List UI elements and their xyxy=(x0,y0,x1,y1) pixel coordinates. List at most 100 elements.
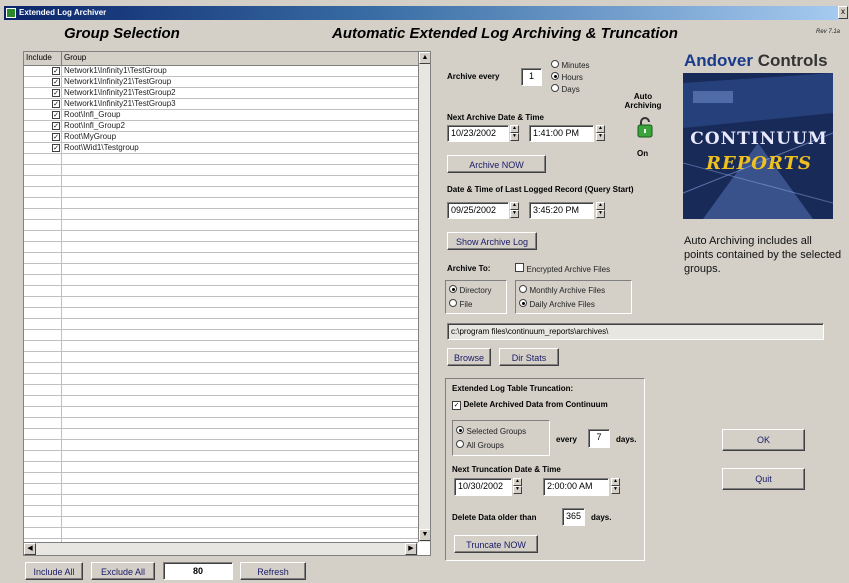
next-archive-date-spinner[interactable]: ▲ ▼ xyxy=(510,125,519,141)
radio-file[interactable]: File xyxy=(449,299,472,309)
delete-older-input[interactable]: 365 xyxy=(562,508,585,526)
next-truncation-time-input[interactable]: 2:00:00 AM xyxy=(543,478,609,496)
show-archive-log-button[interactable]: Show Archive Log xyxy=(447,232,537,250)
table-row xyxy=(24,363,418,374)
delete-archived-checkbox[interactable]: ✓ Delete Archived Data from Continuum xyxy=(452,399,608,410)
col-group-header[interactable]: Group xyxy=(64,53,86,62)
table-row xyxy=(24,286,418,297)
exclude-all-button[interactable]: Exclude All xyxy=(91,562,155,580)
table-row xyxy=(24,473,418,484)
refresh-button[interactable]: Refresh xyxy=(240,562,306,580)
scroll-left-icon[interactable]: ◀ xyxy=(24,543,36,555)
scroll-up-icon[interactable]: ▲ xyxy=(419,52,430,64)
include-checkbox[interactable]: ✓ xyxy=(52,133,60,141)
table-row xyxy=(24,319,418,330)
table-row[interactable]: ✓ Network1\Infinity21\TestGroup xyxy=(24,77,418,88)
next-truncation-label: Next Truncation Date & Time xyxy=(452,465,561,474)
group-grid: Include Group ✓ Network1\Infinity1\TestGr… xyxy=(23,51,431,556)
radio-hours[interactable]: Hours xyxy=(551,72,590,84)
group-name: Root\Wid1\Testgroup xyxy=(64,143,139,152)
table-row[interactable]: ✓ Network1\Infinity21\TestGroup2 xyxy=(24,88,418,99)
last-logged-time-input[interactable]: 3:45:20 PM xyxy=(529,202,594,219)
archive-now-button[interactable]: Archive NOW xyxy=(447,155,546,173)
radio-daily[interactable]: Daily Archive Files xyxy=(519,299,595,309)
next-truncation-time-spinner[interactable]: ▲ ▼ xyxy=(611,478,620,494)
group-name: Root\Infl_Group xyxy=(64,110,121,119)
dir-stats-button[interactable]: Dir Stats xyxy=(499,348,559,366)
next-truncation-date-spinner[interactable]: ▲ ▼ xyxy=(513,478,522,494)
radio-all-groups[interactable]: All Groups xyxy=(456,440,504,450)
table-row xyxy=(24,220,418,231)
table-row xyxy=(24,517,418,528)
table-row xyxy=(24,308,418,319)
auto-archiving-label: Auto Archiving xyxy=(624,92,662,110)
include-checkbox[interactable]: ✓ xyxy=(52,89,60,97)
include-checkbox[interactable]: ✓ xyxy=(52,78,60,86)
title-bar-gradient xyxy=(4,6,839,20)
group-name: Network1\Infinity1\TestGroup xyxy=(64,66,167,75)
table-row xyxy=(24,231,418,242)
last-logged-label: Date & Time of Last Logged Record (Query… xyxy=(447,185,634,194)
truncation-title: Extended Log Table Truncation: xyxy=(452,384,574,393)
main-heading: Automatic Extended Log Archiving & Trunc… xyxy=(332,25,678,42)
truncation-days-label: days. xyxy=(616,435,637,444)
radio-selected-groups[interactable]: Selected Groups xyxy=(456,426,526,436)
quit-button[interactable]: Quit xyxy=(722,468,805,490)
table-row xyxy=(24,396,418,407)
last-logged-date-spinner[interactable]: ▲ ▼ xyxy=(510,202,519,218)
table-row xyxy=(24,495,418,506)
table-row[interactable]: ✓ Network1\Infinity21\TestGroup3 xyxy=(24,99,418,110)
include-checkbox[interactable]: ✓ xyxy=(52,144,60,152)
table-row xyxy=(24,418,418,429)
table-row xyxy=(24,528,418,539)
truncation-every-input[interactable]: 7 xyxy=(588,429,610,448)
include-checkbox[interactable]: ✓ xyxy=(52,122,60,130)
group-name: Root\Infl_Group2 xyxy=(64,121,125,130)
auto-archiving-state: On xyxy=(637,149,649,158)
radio-minutes[interactable]: Minutes xyxy=(551,60,590,72)
scroll-right-icon[interactable]: ▶ xyxy=(405,543,417,555)
horizontal-scrollbar[interactable]: ◀ ▶ xyxy=(24,542,418,555)
group-name: Network1\Infinity21\TestGroup3 xyxy=(64,99,176,108)
next-archive-date-input[interactable]: 10/23/2002 xyxy=(447,125,509,142)
table-row xyxy=(24,176,418,187)
close-icon[interactable]: x xyxy=(838,6,848,19)
scroll-down-icon[interactable]: ▼ xyxy=(419,529,430,541)
group-selection-heading: Group Selection xyxy=(64,25,180,42)
archive-every-input[interactable]: 1 xyxy=(521,68,542,86)
include-checkbox[interactable]: ✓ xyxy=(52,67,60,75)
continuum-logo-text: CONTINUUM xyxy=(690,129,828,149)
radio-directory[interactable]: Directory xyxy=(449,285,492,295)
vertical-scrollbar[interactable]: ▲ ▼ xyxy=(418,52,430,542)
encrypted-checkbox[interactable]: Encrypted Archive Files xyxy=(515,263,610,274)
next-archive-time-input[interactable]: 1:41:00 PM xyxy=(529,125,594,142)
ok-button[interactable]: OK xyxy=(722,429,805,451)
table-row[interactable]: ✓ Root\Wid1\Testgroup xyxy=(24,143,418,154)
group-name: Network1\Infinity21\TestGroup2 xyxy=(64,88,176,97)
lock-icon[interactable] xyxy=(637,116,653,138)
andover-controls-logo: Andover Controls xyxy=(684,51,828,70)
truncation-group: Extended Log Table Truncation: ✓ Delete … xyxy=(445,378,645,561)
include-checkbox[interactable]: ✓ xyxy=(52,111,60,119)
table-row[interactable]: ✓ Root\MyGroup xyxy=(24,132,418,143)
delete-older-days-label: days. xyxy=(591,513,612,522)
table-row xyxy=(24,440,418,451)
col-include-header[interactable]: Include xyxy=(26,53,52,62)
version-label: Rev 7.1a xyxy=(816,29,841,35)
truncate-now-button[interactable]: Truncate NOW xyxy=(454,535,538,553)
radio-monthly[interactable]: Monthly Archive Files xyxy=(519,285,605,295)
last-logged-time-spinner[interactable]: ▲ ▼ xyxy=(596,202,605,218)
table-row xyxy=(24,253,418,264)
table-row[interactable]: ✓ Root\Infl_Group2 xyxy=(24,121,418,132)
include-checkbox[interactable]: ✓ xyxy=(52,100,60,108)
next-archive-time-spinner[interactable]: ▲ ▼ xyxy=(596,125,605,141)
next-truncation-date-input[interactable]: 10/30/2002 xyxy=(454,478,512,496)
archive-path-input[interactable]: c:\program files\continuum_reports\archi… xyxy=(447,323,824,340)
destination-group: Directory File xyxy=(445,280,507,314)
radio-days[interactable]: Days xyxy=(551,84,590,96)
last-logged-date-input[interactable]: 09/25/2002 xyxy=(447,202,509,219)
browse-button[interactable]: Browse xyxy=(447,348,491,366)
include-all-button[interactable]: Include All xyxy=(25,562,83,580)
table-row[interactable]: ✓ Root\Infl_Group xyxy=(24,110,418,121)
table-row[interactable]: ✓ Network1\Infinity1\TestGroup xyxy=(24,66,418,77)
